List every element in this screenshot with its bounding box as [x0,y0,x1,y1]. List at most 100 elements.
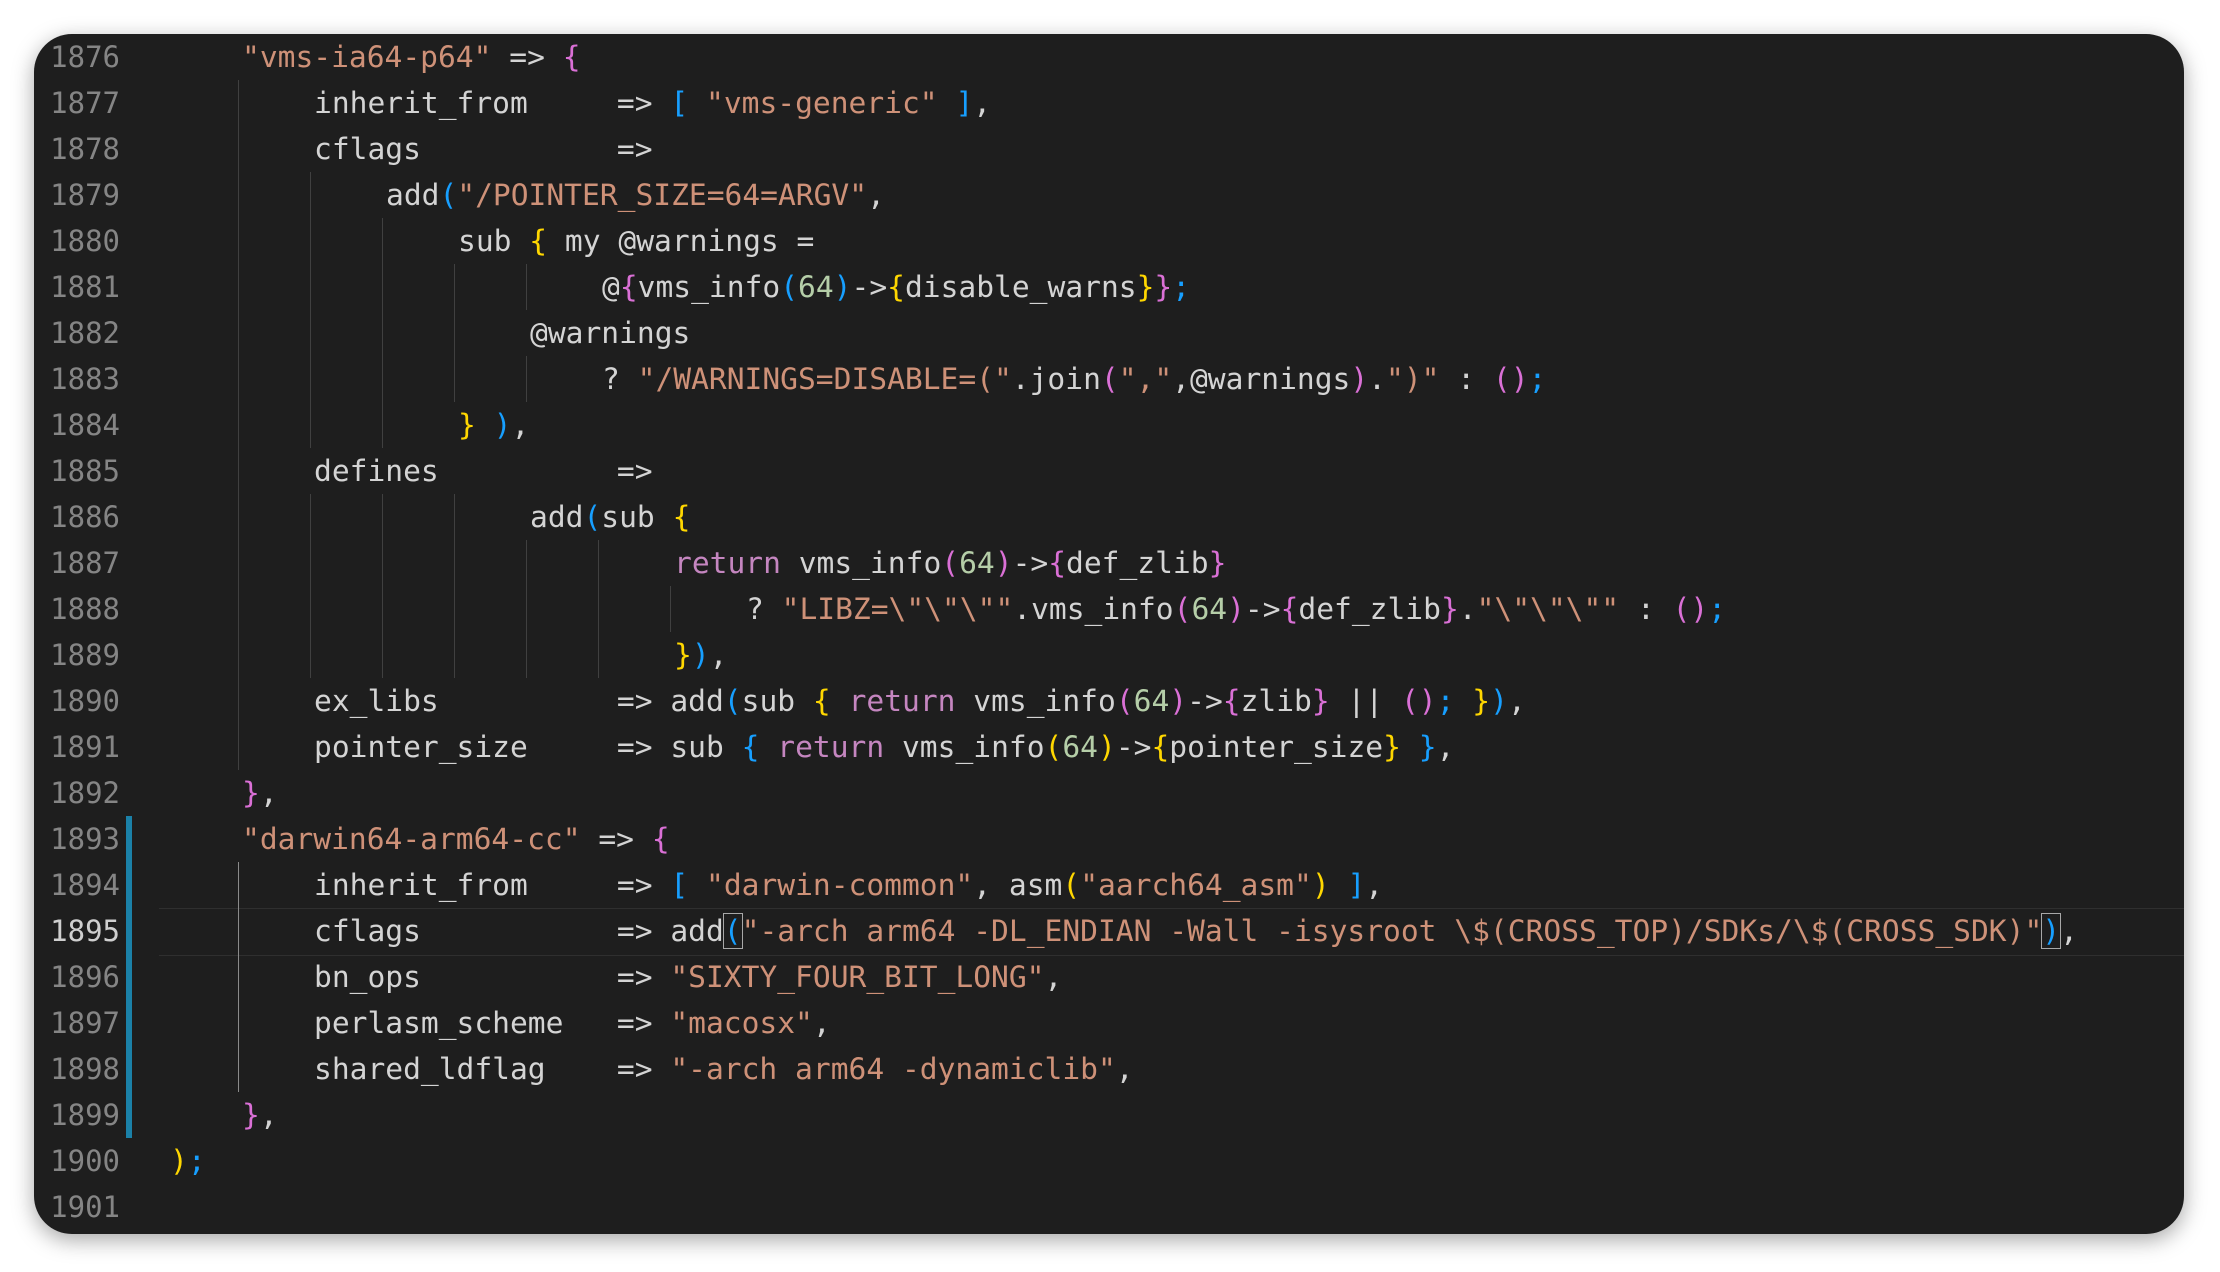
code-line[interactable]: "vms-ia64-p64" => { [242,34,581,80]
code-token: { [651,822,670,856]
code-token: { [812,684,831,718]
code-token: ) [691,638,710,672]
indent-guide [238,908,239,954]
code-line[interactable]: return vms_info(64)->{def_zlib} [674,540,1226,586]
code-line[interactable]: add(sub { [530,494,690,540]
code-line[interactable]: "darwin64-arm64-cc" => { [242,816,670,862]
code-line[interactable]: ? "LIBZ=\"\"\"".vms_info(64)->{def_zlib}… [746,586,1726,632]
line-number: 1877 [50,86,120,120]
code-token: disable_warns [904,270,1137,304]
indent-guide [238,310,239,356]
code-token: , [1507,684,1526,718]
code-line[interactable]: shared_ldflag => "-arch arm64 -dynamicli… [314,1046,1134,1092]
code-token: ) [1098,730,1116,764]
code-token: 64 [1191,592,1228,626]
indent-guide [238,494,239,540]
code-line[interactable]: ? "/WARNINGS=DISABLE=(".join(",",@warnin… [602,356,1546,402]
code-line[interactable]: } ), [458,402,529,448]
code-token: ) [833,270,852,304]
code-line[interactable]: defines => [314,448,653,494]
indent-guide [310,218,311,264]
code-line[interactable]: cflags => add("-arch arm64 -DL_ENDIAN -W… [314,908,2078,954]
code-line[interactable]: ); [170,1138,206,1184]
code-token: , [867,178,885,212]
line-number: 1891 [50,730,120,764]
code-token: } [1154,270,1173,304]
code-line[interactable]: inherit_from => [ "vms-generic" ], [314,80,991,126]
code-token: sub [601,500,673,534]
code-token: } [242,1098,260,1132]
code-token: ( [1115,684,1134,718]
code-line[interactable]: ex_libs => add(sub { return vms_info(64)… [314,678,1526,724]
code-token: "darwin64-arm64-cc" [242,822,581,856]
code-token: } [242,776,260,810]
code-token: , [259,776,278,810]
indent-guide [382,310,383,356]
code-token: -> [1244,592,1281,626]
line-number: 1888 [50,592,120,626]
indent-guide [382,218,383,264]
code-token: ) [1169,684,1188,718]
code-line[interactable]: @warnings [530,310,690,356]
code-token: , [2060,914,2078,948]
code-token: sub [741,684,813,718]
indent-guide [454,356,455,402]
code-token: @warnings [530,316,691,350]
line-number: 1881 [50,270,120,304]
line-number: 1882 [50,316,120,350]
code-line[interactable]: }), [674,632,727,678]
code-line[interactable]: add("/POINTER_SIZE=64=ARGV", [386,172,885,218]
code-token: [ [670,868,689,902]
code-token: "darwin-common" [706,868,974,902]
code-token: ( [1173,592,1192,626]
line-number: 1880 [50,224,120,258]
code-token: cflags => [314,132,653,166]
line-number: 1886 [50,500,120,534]
line-number: 1879 [50,178,120,212]
code-line[interactable]: }, [242,770,278,816]
indent-guide [238,218,239,264]
code-line[interactable]: inherit_from => [ "darwin-common", asm("… [314,862,1383,908]
code-token: inherit_from => [314,86,671,120]
code-editor[interactable]: 1876 1877 1878 1879 1880 1881 1882 1883 1884 1885… [34,34,2184,1234]
code-token: .join [1011,362,1101,396]
code-line[interactable]: cflags => [314,126,653,172]
indent-guide [310,264,311,310]
modified-lines-indicator [126,816,132,1138]
line-number: 1889 [50,638,120,672]
code-line[interactable]: sub { my @warnings = [458,218,814,264]
code-line[interactable]: bn_ops => "SIXTY_FOUR_BIT_LONG", [314,954,1062,1000]
line-number: 1878 [50,132,120,166]
code-token: ( [1100,362,1119,396]
code-line[interactable]: @{vms_info(64)->{disable_warns}}; [602,264,1190,310]
indent-guide [454,540,455,586]
code-token: ; [187,1144,206,1178]
code-token: { [887,270,905,304]
code-line[interactable]: }, [242,1092,278,1138]
code-token: sub [458,224,530,258]
code-line[interactable]: perlasm_scheme => "macosx", [314,1000,831,1046]
code-token: -> [1187,684,1223,718]
code-token: { [529,224,548,258]
code-token: defines => [314,454,653,488]
matched-bracket: ( [722,913,743,949]
code-line[interactable]: pointer_size => sub { return vms_info(64… [314,724,1454,770]
code-token: ,@warnings [1172,362,1351,396]
code-token: => [491,40,563,74]
code-token: vms_info [955,684,1116,718]
code-token: vms_info [637,270,781,304]
indent-guide [670,586,671,632]
code-token: . [1458,592,1477,626]
indent-guide [382,632,383,678]
code-token: ( [723,684,742,718]
line-number: 1897 [50,1006,120,1040]
indent-guide [454,310,455,356]
code-token: add [530,500,584,534]
indent-guide [238,632,239,678]
code-token: ; [1172,270,1191,304]
code-token: def_zlib [1066,546,1209,580]
code-token: , [1436,730,1455,764]
indent-guide [238,724,239,770]
